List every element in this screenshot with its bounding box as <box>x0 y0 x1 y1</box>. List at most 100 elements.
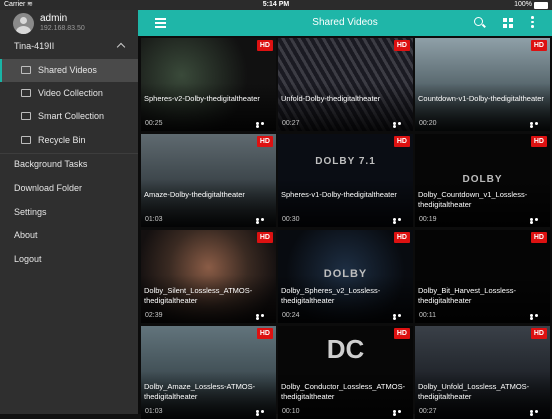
sidebar-item-settings[interactable]: Settings <box>0 201 138 224</box>
video-title: Countdown-v1-Dolby-thedigitaltheater <box>418 94 544 103</box>
sidebar-item-label: Shared Videos <box>38 65 97 75</box>
user-name: admin <box>40 13 68 24</box>
sidebar-item-smart-collection[interactable]: Smart Collection <box>0 105 138 128</box>
trash-icon <box>21 136 31 144</box>
video-card[interactable]: DOLBY 7.1 HD Spheres-v1-Dolby-thedigital… <box>278 134 413 227</box>
more-options-icon[interactable] <box>393 218 407 224</box>
sidebar-item-logout[interactable]: Logout <box>0 248 138 271</box>
battery-icon <box>534 2 548 9</box>
avatar <box>13 13 34 34</box>
video-title: Spheres-v1-Dolby-thedigitaltheater <box>281 190 397 199</box>
grid-view-icon[interactable] <box>503 18 513 28</box>
video-title: Dolby_Silent_Lossless_ATMOS-thedigitalth… <box>144 286 253 305</box>
video-card[interactable]: HD Spheres-v2-Dolby-thedigitaltheater 00… <box>141 38 276 131</box>
sidebar-item-video-collection[interactable]: Video Collection <box>0 82 138 105</box>
hd-badge: HD <box>530 328 547 339</box>
more-options-icon[interactable] <box>256 122 270 128</box>
user-ip: 192.168.83.50 <box>40 25 85 32</box>
video-duration: 00:11 <box>419 312 436 319</box>
more-options-icon[interactable] <box>256 410 270 416</box>
video-title: Dolby_Unfold_Lossless_ATMOS-thedigitalth… <box>418 382 530 401</box>
more-options-icon[interactable] <box>530 410 544 416</box>
sidebar-item-label: Logout <box>14 254 42 264</box>
sidebar-item-recycle-bin[interactable]: Recycle Bin <box>0 129 138 152</box>
video-title: Amaze-Dolby-thedigitaltheater <box>144 190 245 199</box>
more-options-icon[interactable] <box>393 410 407 416</box>
active-indicator <box>0 59 2 82</box>
more-vertical-icon[interactable] <box>531 16 534 30</box>
hd-badge: HD <box>393 232 410 243</box>
video-card[interactable]: HD Unfold-Dolby-thedigitaltheater 00:27 <box>278 38 413 131</box>
hd-badge: HD <box>393 136 410 147</box>
video-duration: 00:27 <box>282 120 300 127</box>
hd-badge: HD <box>256 328 273 339</box>
sidebar: admin 192.168.83.50 Tina-419II Shared Vi… <box>0 10 138 414</box>
video-grid: HD Spheres-v2-Dolby-thedigitaltheater 00… <box>138 36 552 419</box>
sidebar-item-label: Background Tasks <box>14 159 88 169</box>
hd-badge: HD <box>256 40 273 51</box>
video-card[interactable]: DC HD Dolby_Conductor_Lossless_ATMOS-the… <box>278 326 413 419</box>
status-bar: Carrier ≋ 5:14 PM 100% <box>0 0 552 10</box>
video-title: Spheres-v2-Dolby-thedigitaltheater <box>144 94 260 103</box>
video-duration: 02:39 <box>145 312 163 319</box>
video-title: Dolby_Spheres_v2_Lossless-thedigitalthea… <box>281 286 381 305</box>
video-duration: 00:20 <box>419 120 437 127</box>
more-options-icon[interactable] <box>256 218 270 224</box>
device-name: Tina-419II <box>14 41 55 51</box>
video-title: Dolby_Conductor_Lossless_ATMOS-thedigita… <box>281 382 406 401</box>
sidebar-item-label: Settings <box>14 207 47 217</box>
video-card[interactable]: HD Dolby_Bit_Harvest_Lossless-thedigital… <box>415 230 550 323</box>
more-options-icon[interactable] <box>530 122 544 128</box>
video-title: Dolby_Amaze_Lossless-ATMOS-thedigitalthe… <box>144 382 256 401</box>
video-duration: 00:24 <box>282 312 300 319</box>
video-duration: 00:19 <box>419 216 437 223</box>
more-options-icon[interactable] <box>256 314 270 320</box>
video-title: Dolby_Countdown_v1_Lossless-thedigitalth… <box>418 190 528 209</box>
sidebar-item-shared-videos[interactable]: Shared Videos <box>0 59 138 82</box>
battery-percent: 100% <box>514 1 532 8</box>
hd-badge: HD <box>393 328 410 339</box>
video-duration: 01:03 <box>145 216 163 223</box>
video-card[interactable]: HD Dolby_Unfold_Lossless_ATMOS-thedigita… <box>415 326 550 419</box>
more-options-icon[interactable] <box>393 122 407 128</box>
sidebar-item-background-tasks[interactable]: Background Tasks <box>0 153 138 176</box>
video-duration: 00:25 <box>145 120 163 127</box>
video-card[interactable]: HD Dolby_Amaze_Lossless-ATMOS-thedigital… <box>141 326 276 419</box>
video-card[interactable]: HD Dolby_Silent_Lossless_ATMOS-thedigita… <box>141 230 276 323</box>
video-card[interactable]: HD Countdown-v1-Dolby-thedigitaltheater … <box>415 38 550 131</box>
chevron-up-icon <box>116 42 126 52</box>
top-bar: Shared Videos <box>138 10 552 36</box>
page-title: Shared Videos <box>312 17 378 28</box>
sidebar-item-label: Recycle Bin <box>38 135 86 145</box>
clock: 5:14 PM <box>262 1 290 8</box>
hd-badge: HD <box>256 136 273 147</box>
video-card[interactable]: HD Amaze-Dolby-thedigitaltheater 01:03 <box>141 134 276 227</box>
sidebar-item-label: Video Collection <box>38 88 103 98</box>
more-options-icon[interactable] <box>530 218 544 224</box>
video-title: Dolby_Bit_Harvest_Lossless-thedigitalthe… <box>418 286 516 305</box>
sidebar-item-about[interactable]: About <box>0 224 138 247</box>
sidebar-item-label: Smart Collection <box>38 111 105 121</box>
hd-badge: HD <box>393 40 410 51</box>
sidebar-item-label: About <box>14 230 38 240</box>
search-icon[interactable] <box>474 17 486 29</box>
more-options-icon[interactable] <box>393 314 407 320</box>
sidebar-item-label: Download Folder <box>14 183 83 193</box>
video-duration: 00:30 <box>282 216 300 223</box>
hd-badge: HD <box>256 232 273 243</box>
device-group-toggle[interactable]: Tina-419II <box>0 35 138 58</box>
smart-collection-icon <box>21 112 31 120</box>
user-profile[interactable]: admin 192.168.83.50 <box>0 10 138 38</box>
video-title: Unfold-Dolby-thedigitaltheater <box>281 94 381 103</box>
video-card[interactable]: DOLBY HD Dolby_Spheres_v2_Lossless-thedi… <box>278 230 413 323</box>
dolby-logo: DOLBY 7.1 <box>315 156 376 167</box>
hd-badge: HD <box>530 232 547 243</box>
video-collection-icon <box>21 89 31 97</box>
shared-videos-icon <box>21 66 31 74</box>
sidebar-item-download-folder[interactable]: Download Folder <box>0 177 138 200</box>
hd-badge: HD <box>530 40 547 51</box>
dc-logo: DC <box>326 334 365 364</box>
more-options-icon[interactable] <box>530 314 544 320</box>
video-card[interactable]: DOLBY HD Dolby_Countdown_v1_Lossless-the… <box>415 134 550 227</box>
hd-badge: HD <box>530 136 547 147</box>
